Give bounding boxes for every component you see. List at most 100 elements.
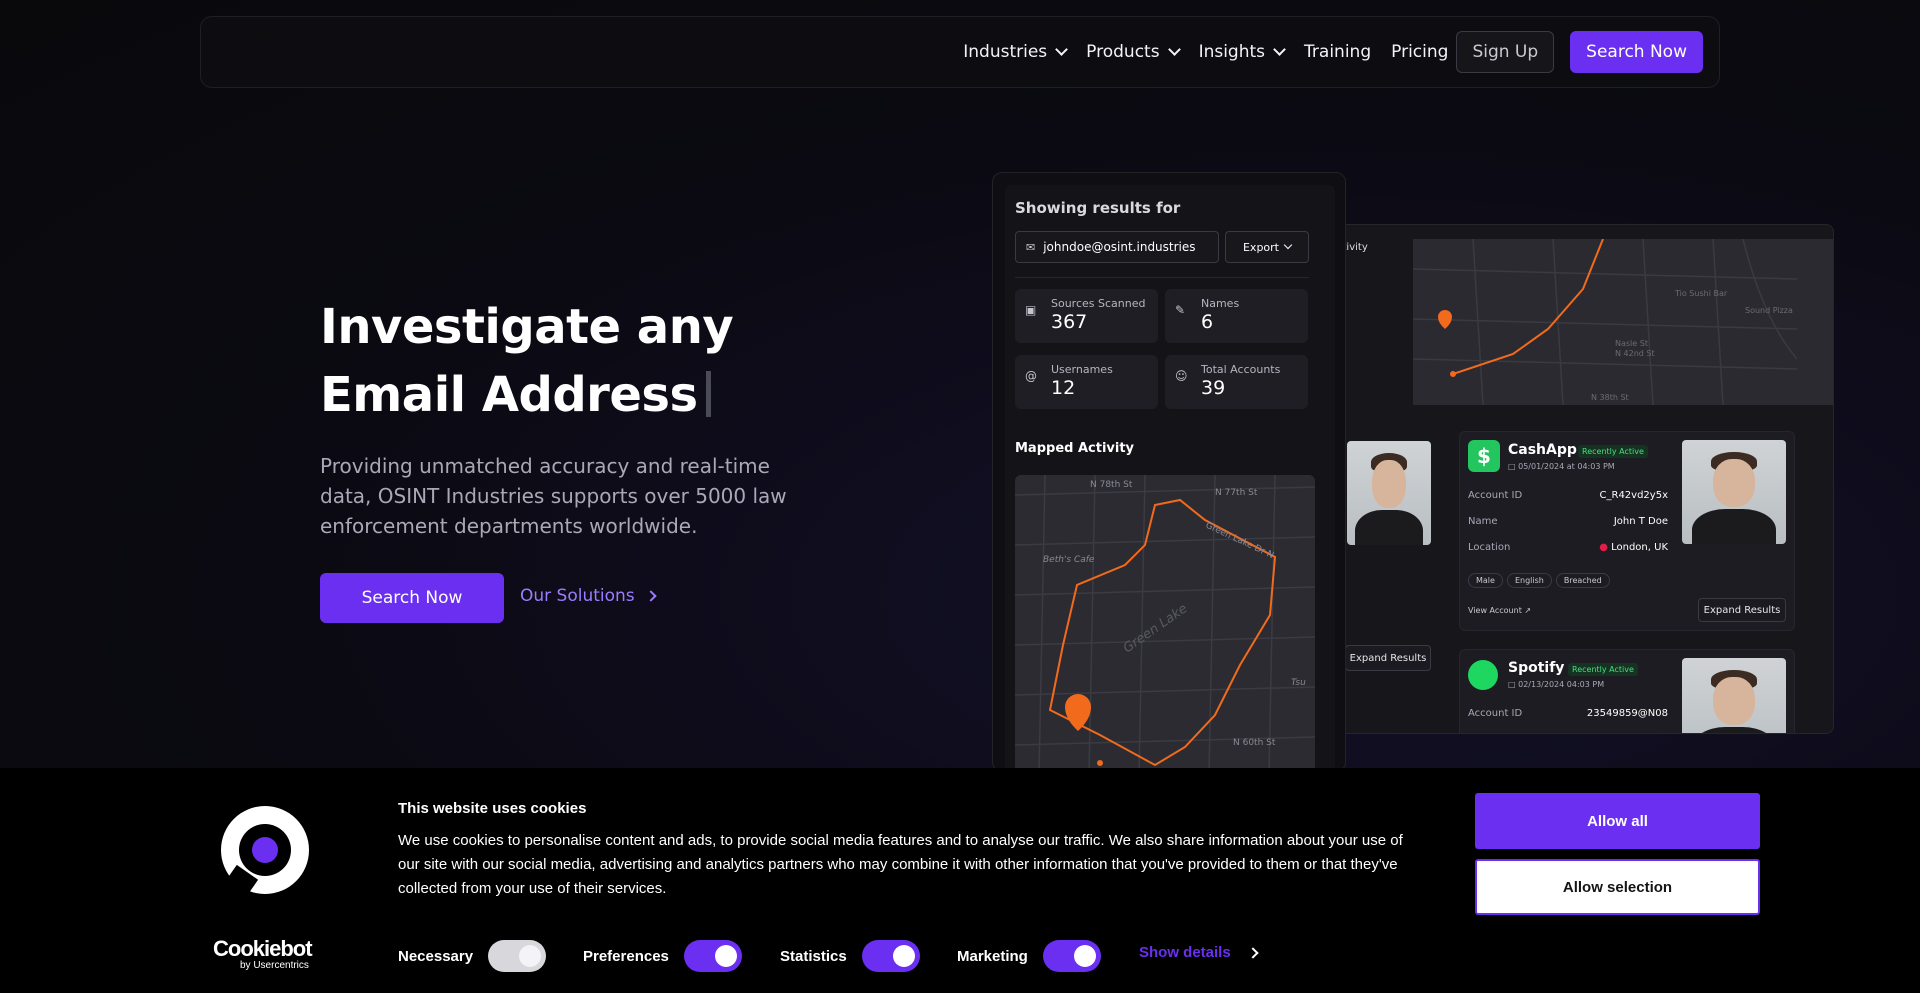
our-solutions-link[interactable]: Our Solutions <box>520 586 657 606</box>
hero-title-line2: Email Address <box>320 367 698 423</box>
back-map-label: N 42nd St <box>1615 349 1655 358</box>
profile-photo <box>1682 440 1786 544</box>
stat-value: 12 <box>1051 377 1076 399</box>
view-account-label: View Account <box>1468 606 1522 615</box>
stat-label: Names <box>1201 297 1240 310</box>
cookiebot-logo-icon <box>221 806 309 902</box>
row-label: Location <box>1468 542 1511 553</box>
back-map-label: Nasle St <box>1615 339 1648 348</box>
mockup-back-panel: ctivity 3 Tio Sushi Bar Nasle St N 42nd … <box>1310 224 1834 734</box>
chevron-down-icon <box>1283 240 1293 250</box>
show-details-label: Show details <box>1139 944 1231 961</box>
statistics-toggle[interactable] <box>861 940 920 972</box>
nav-pricing-label: Pricing <box>1391 42 1449 62</box>
hero-subtitle: Providing unmatched accuracy and real-ti… <box>320 454 787 538</box>
hero-title-line1: Investigate any <box>320 299 734 355</box>
mockup-front-panel: Showing results for ✉ johndoe@osint.indu… <box>992 172 1346 772</box>
preferences-toggle[interactable] <box>683 940 742 972</box>
marketing-toggle[interactable] <box>1042 940 1101 972</box>
cashapp-result-card: $ CashApp Recently Active □ 05/01/2024 a… <box>1459 431 1795 631</box>
nav-industries[interactable]: Industries <box>963 42 1069 62</box>
map-lake-label: Green Lake <box>1121 601 1191 656</box>
chevron-right-icon <box>1247 946 1259 959</box>
map-place-label: Beth's Cafe <box>1043 555 1095 565</box>
stat-names: ✎ Names 6 <box>1165 289 1308 343</box>
consent-marketing: Marketing <box>957 940 1101 972</box>
tag-list: Male English Breached <box>1468 568 1614 588</box>
sign-up-button[interactable]: Sign Up <box>1456 31 1555 73</box>
recently-active-badge: Recently Active <box>1578 445 1648 458</box>
necessary-toggle <box>488 940 547 972</box>
consent-preferences: Preferences <box>583 940 742 972</box>
back-map-svg: Tio Sushi Bar Nasle St N 42nd St N 38th … <box>1413 239 1798 405</box>
chevron-down-icon <box>1055 43 1069 56</box>
profile-photo <box>1682 658 1786 733</box>
user-signature-icon: ✎ <box>1175 303 1186 317</box>
map-place-label: Tsu <box>1291 678 1306 688</box>
top-nav: Industries Products Insights Training Pr… <box>200 16 1720 88</box>
mapped-activity-map[interactable]: N 78th St N 77th St Beth's Cafe Green La… <box>1015 475 1315 771</box>
cookiebot-wordmark: Cookiebot <box>213 936 313 961</box>
row-value: ● London, UK <box>1599 542 1668 553</box>
show-details-link[interactable]: Show details <box>1139 944 1259 961</box>
nav-items: Industries Products Insights Training Pr… <box>963 31 1703 73</box>
nav-products[interactable]: Products <box>1086 42 1181 62</box>
allow-all-button[interactable]: Allow all <box>1475 793 1760 849</box>
users-icon: ☺ <box>1175 369 1188 383</box>
cookie-text: We use cookies to personalise content an… <box>398 832 1403 897</box>
expand-results-button[interactable]: Expand Results <box>1698 598 1786 622</box>
consent-statistics: Statistics <box>780 940 920 972</box>
spotify-name: Spotify <box>1508 660 1565 676</box>
nav-industries-label: Industries <box>963 42 1048 62</box>
stat-usernames: @ Usernames 12 <box>1015 355 1158 409</box>
stat-total-accounts: ☺ Total Accounts 39 <box>1165 355 1308 409</box>
cashapp-name: CashApp <box>1508 442 1577 458</box>
spotify-time-value: 04:03 PM <box>1566 680 1605 689</box>
cashapp-time-value: at 04:03 PM <box>1566 462 1615 471</box>
stat-label: Total Accounts <box>1201 363 1281 376</box>
chevron-down-icon <box>1273 43 1286 56</box>
consent-label: Marketing <box>957 947 1028 965</box>
cookiebot-byline: by Usercentrics <box>240 960 309 971</box>
stat-value: 39 <box>1201 377 1226 399</box>
map-svg: N 78th St N 77th St Beth's Cafe Green La… <box>1015 475 1315 771</box>
hero-search-now-button[interactable]: Search Now <box>320 573 504 623</box>
back-map-label: Sound Pizza <box>1745 306 1793 315</box>
row-label: Account ID <box>1468 490 1523 501</box>
allow-selection-button[interactable]: Allow selection <box>1475 859 1760 915</box>
row-label: Account ID <box>1468 708 1523 719</box>
consent-label: Preferences <box>583 947 669 965</box>
view-account-link[interactable]: View Account ↗ <box>1468 606 1531 615</box>
cookie-title: This website uses cookies <box>398 800 587 817</box>
email-value: johndoe@osint.industries <box>1043 240 1196 254</box>
email-search-field[interactable]: ✉ johndoe@osint.industries <box>1015 231 1219 263</box>
location-value: London, UK <box>1611 542 1668 553</box>
stat-sources-scanned: ▣ Sources Scanned 367 <box>1015 289 1158 343</box>
back-map-label: Tio Sushi Bar <box>1674 289 1728 298</box>
map-street-label: N 78th St <box>1090 480 1133 490</box>
spotify-result-card: Spotify Recently Active □ 02/13/2024 04:… <box>1459 649 1795 733</box>
results-panel: Showing results for ✉ johndoe@osint.indu… <box>1005 185 1335 771</box>
stat-label: Sources Scanned <box>1051 297 1146 310</box>
nav-insights-label: Insights <box>1198 42 1266 62</box>
nav-products-label: Products <box>1086 42 1160 62</box>
expand-results-button[interactable]: Expand Results <box>1345 645 1431 671</box>
calendar-icon: □ <box>1508 680 1516 689</box>
export-button[interactable]: Export <box>1225 231 1309 263</box>
back-map-label: N 38th St <box>1591 393 1629 402</box>
nav-pricing[interactable]: Pricing <box>1391 42 1448 62</box>
calendar-icon: □ <box>1508 462 1516 471</box>
nav-training[interactable]: Training <box>1304 42 1371 62</box>
consent-label: Statistics <box>780 947 847 965</box>
our-solutions-label: Our Solutions <box>520 586 635 606</box>
cashapp-date-value: 05/01/2024 <box>1518 462 1565 471</box>
nav-insights[interactable]: Insights <box>1198 42 1286 62</box>
showing-results-label: Showing results for <box>1015 199 1181 217</box>
spotify-date-value: 02/13/2024 <box>1518 680 1565 689</box>
tag: English <box>1506 573 1552 588</box>
mapped-activity-title: Mapped Activity <box>1015 441 1135 456</box>
nav-training-label: Training <box>1304 42 1372 62</box>
external-link-icon: ↗ <box>1524 606 1532 615</box>
nav-search-now-button[interactable]: Search Now <box>1570 31 1703 73</box>
chevron-right-icon <box>645 590 657 602</box>
